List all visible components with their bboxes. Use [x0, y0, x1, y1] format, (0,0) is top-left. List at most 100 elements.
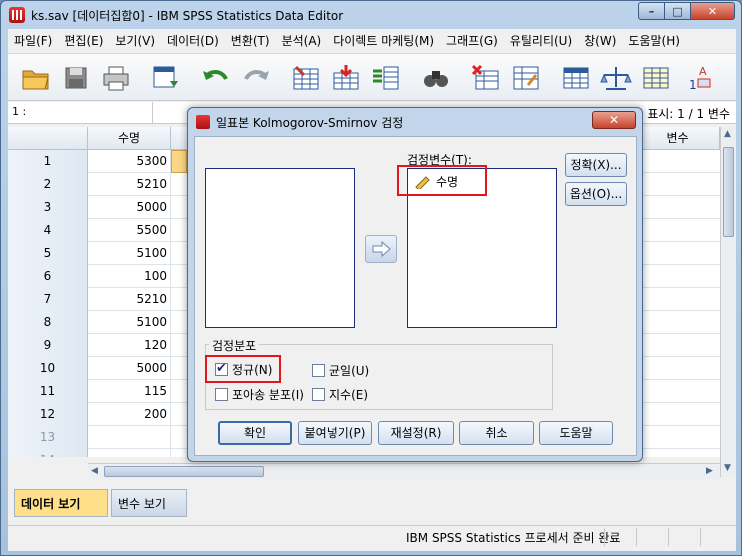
row-number[interactable]: 4	[8, 219, 88, 242]
open-folder-icon[interactable]	[20, 63, 52, 93]
tab-variable-view[interactable]: 변수 보기(V)	[111, 489, 187, 539]
active-cell-indicator[interactable]	[171, 150, 187, 173]
reset-button[interactable]: 재설정(R)	[378, 421, 454, 445]
maximize-button[interactable]: □	[665, 2, 691, 20]
menu-graphs[interactable]: 그래프(G)	[440, 29, 504, 53]
scroll-left-icon[interactable]: ◀	[91, 466, 98, 476]
column-header-lifetime[interactable]: 수명	[88, 127, 171, 150]
row-number[interactable]: 3	[8, 196, 88, 219]
row-number[interactable]: 5	[8, 242, 88, 265]
split-file-icon[interactable]	[560, 63, 592, 93]
checkbox-icon	[215, 388, 228, 401]
row-number[interactable]: 8	[8, 311, 88, 334]
data-cell[interactable]	[88, 426, 171, 449]
row-number[interactable]: 11	[8, 380, 88, 403]
exact-button[interactable]: 정확(X)...	[565, 153, 627, 177]
scroll-up-icon[interactable]: ▲	[724, 129, 731, 139]
undo-icon[interactable]	[200, 63, 232, 93]
exponential-checkbox[interactable]: 지수(E)	[312, 386, 368, 403]
menu-help[interactable]: 도움말(H)	[622, 29, 686, 53]
data-cell[interactable]: 5000	[88, 357, 171, 380]
status-divider	[668, 528, 669, 546]
vertical-scrollbar[interactable]: ▲ ▼	[720, 127, 736, 477]
scroll-down-icon[interactable]: ▼	[724, 463, 731, 473]
data-cell[interactable]: 5210	[88, 288, 171, 311]
variables-icon[interactable]	[370, 63, 402, 93]
data-cell[interactable]: 5210	[88, 173, 171, 196]
vertical-scroll-thumb[interactable]	[723, 147, 734, 237]
row-number[interactable]: 10	[8, 357, 88, 380]
data-cell[interactable]: 5100	[88, 242, 171, 265]
cell-reference: 1 :	[12, 105, 27, 118]
paste-button[interactable]: 붙여넣기(P)	[298, 421, 372, 445]
row-number[interactable]: 2	[8, 173, 88, 196]
menu-file[interactable]: 파일(F)	[8, 29, 58, 53]
data-cell[interactable]: 5100	[88, 311, 171, 334]
weight-cases-icon[interactable]	[600, 63, 632, 93]
row-number[interactable]: 12	[8, 403, 88, 426]
options-button[interactable]: 옵션(O)...	[565, 182, 627, 206]
horizontal-scroll-thumb[interactable]	[104, 466, 264, 477]
goto-variable-icon[interactable]	[330, 63, 362, 93]
row-number[interactable]: 14	[8, 449, 88, 457]
menu-transform[interactable]: 변환(T)	[225, 29, 276, 53]
row-number[interactable]: 13	[8, 426, 88, 449]
tab-data-view[interactable]: 데이터 보기(D)	[14, 489, 108, 539]
checkbox-icon	[312, 364, 325, 377]
visible-variable-count: 표시: 1 / 1 변수	[647, 107, 730, 121]
data-cell[interactable]: 5500	[88, 219, 171, 242]
menu-direct-marketing[interactable]: 다이렉트 마케팅(M)	[327, 29, 440, 53]
checkbox-icon	[312, 388, 325, 401]
redo-icon[interactable]	[240, 63, 272, 93]
data-cell[interactable]: 100	[88, 265, 171, 288]
dialog-close-button[interactable]: ✕	[592, 111, 636, 129]
dialog-recall-icon[interactable]	[150, 63, 182, 93]
value-labels-icon[interactable]: A1	[684, 63, 716, 93]
horizontal-scrollbar[interactable]: ◀ ▶	[88, 463, 720, 479]
dialog-app-icon	[196, 115, 210, 129]
window-controls: – □ ✕	[638, 2, 735, 20]
menu-data[interactable]: 데이터(D)	[161, 29, 225, 53]
cell-reference-box[interactable]: 1 :	[8, 102, 153, 124]
menu-view[interactable]: 보기(V)	[109, 29, 161, 53]
save-icon[interactable]	[60, 63, 92, 93]
column-header-empty-var[interactable]: 변수	[636, 127, 720, 150]
dialog-title-bar: 일표본 Kolmogorov-Smirnov 검정 ✕	[188, 108, 642, 136]
uniform-label: 균일(U)	[329, 364, 370, 378]
move-variable-button[interactable]	[365, 235, 397, 263]
test-distribution-legend: 검정분포	[209, 337, 260, 354]
find-icon[interactable]	[420, 63, 452, 93]
row-number[interactable]: 1	[8, 150, 88, 173]
menu-utilities[interactable]: 유틸리티(U)	[504, 29, 578, 53]
status-divider	[636, 528, 637, 546]
insert-variable-icon[interactable]	[510, 63, 542, 93]
minimize-button[interactable]: –	[638, 2, 665, 20]
cancel-button[interactable]: 취소	[459, 421, 534, 445]
grid-corner[interactable]	[8, 127, 88, 150]
row-number[interactable]: 6	[8, 265, 88, 288]
menu-bar: 파일(F) 편집(E) 보기(V) 데이터(D) 변환(T) 분석(A) 다이렉…	[8, 29, 736, 53]
print-icon[interactable]	[100, 63, 132, 93]
menu-window[interactable]: 창(W)	[578, 29, 622, 53]
menu-analyze[interactable]: 분석(A)	[276, 29, 328, 53]
close-button[interactable]: ✕	[691, 2, 735, 20]
data-cell[interactable]	[88, 449, 171, 457]
source-variable-list[interactable]	[205, 168, 355, 328]
row-number[interactable]: 9	[8, 334, 88, 357]
data-cell[interactable]: 5000	[88, 196, 171, 219]
data-cell[interactable]: 115	[88, 380, 171, 403]
data-cell[interactable]: 200	[88, 403, 171, 426]
row-number[interactable]: 7	[8, 288, 88, 311]
select-cases-icon[interactable]	[640, 63, 672, 93]
ok-button[interactable]: 확인	[218, 421, 292, 445]
help-button[interactable]: 도움말	[539, 421, 613, 445]
goto-case-icon[interactable]	[290, 63, 322, 93]
close-icon: ✕	[608, 113, 620, 127]
insert-cases-icon[interactable]	[470, 63, 502, 93]
data-cell[interactable]: 5300	[88, 150, 171, 173]
data-cell[interactable]: 120	[88, 334, 171, 357]
scroll-right-icon[interactable]: ▶	[706, 466, 713, 476]
poisson-checkbox[interactable]: 포아송 분포(I)	[215, 386, 304, 403]
uniform-checkbox[interactable]: 균일(U)	[312, 362, 369, 379]
menu-edit[interactable]: 편집(E)	[58, 29, 109, 53]
